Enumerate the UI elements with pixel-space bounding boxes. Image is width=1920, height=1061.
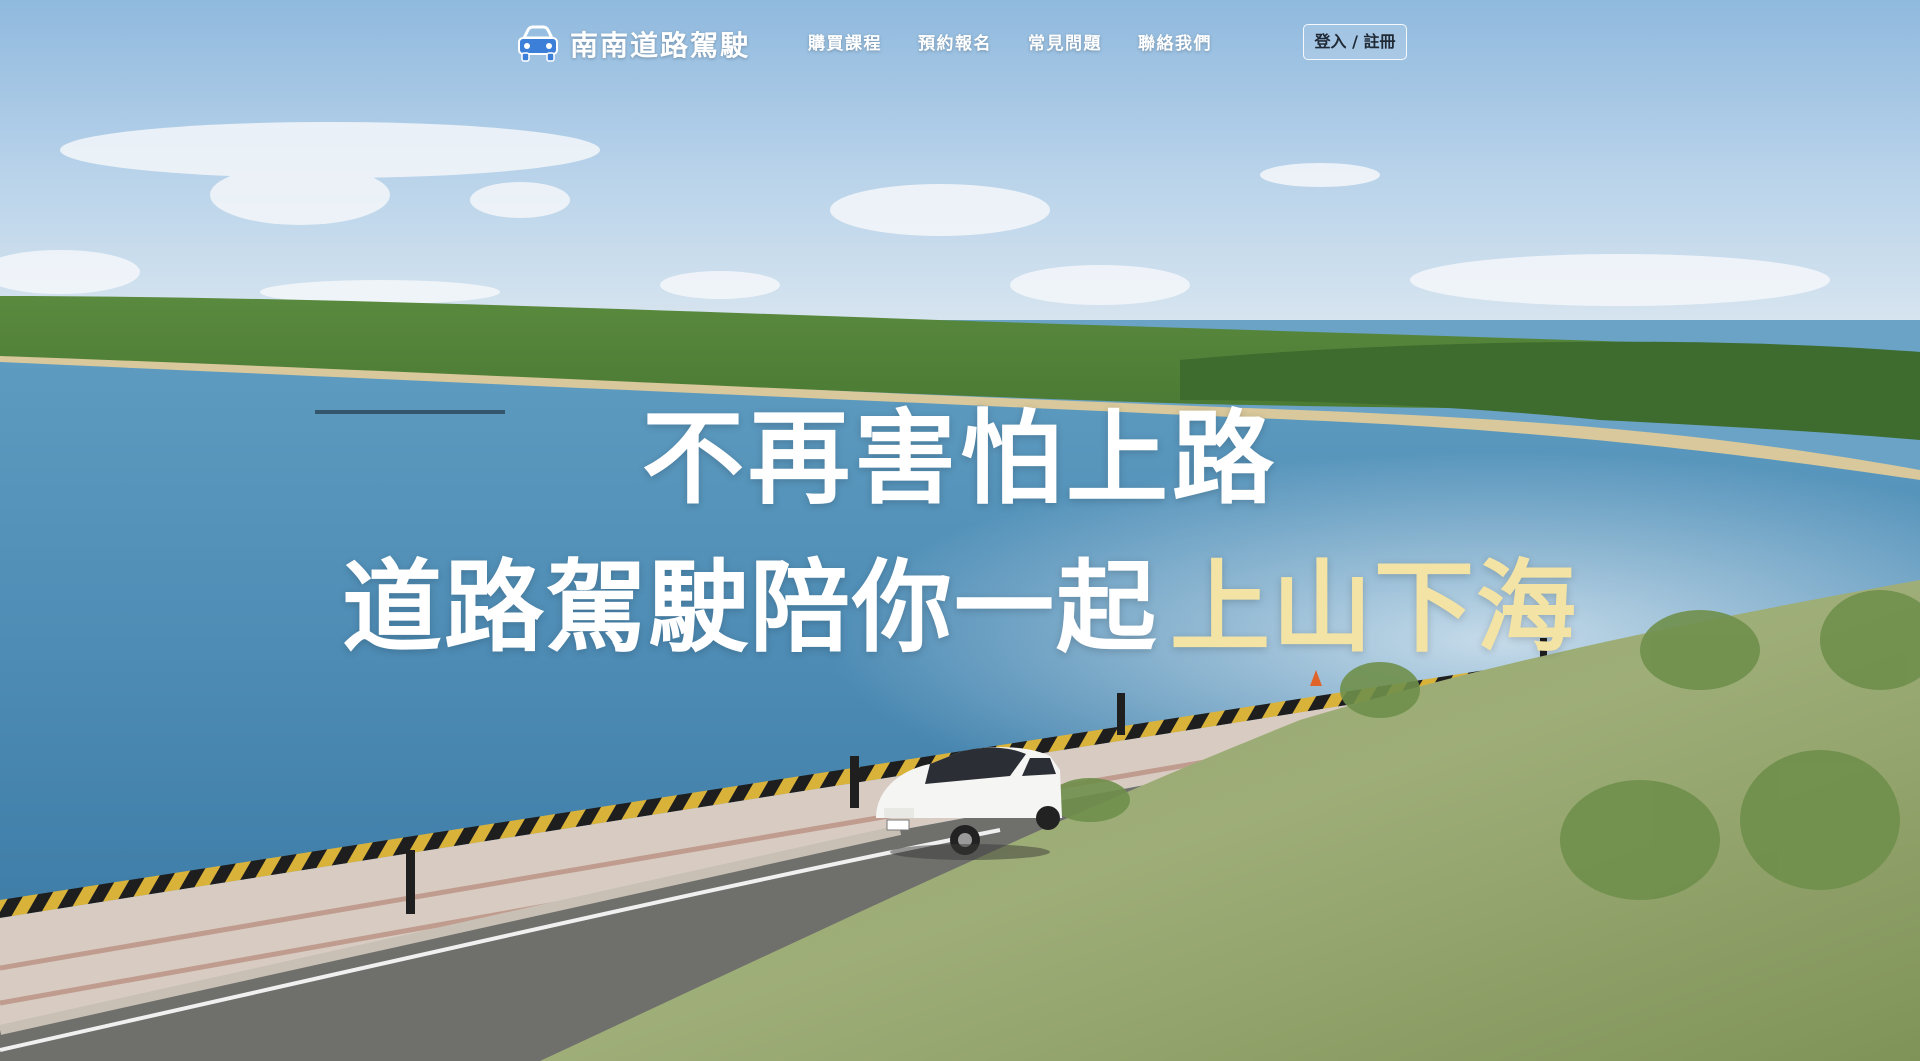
hero-section: 南南道路駕駛 購買課程 預約報名 常見問題 聯絡我們 登入 / 註冊 不再害怕上…	[0, 0, 1920, 1061]
hero-headline-line2: 道路駕駛陪你一起 上山下海	[0, 548, 1920, 668]
hero-background-image	[0, 0, 1920, 1061]
top-navigation: 南南道路駕駛 購買課程 預約報名 常見問題 聯絡我們 登入 / 註冊	[0, 0, 1920, 88]
car-icon	[516, 24, 560, 64]
nav-item-booking[interactable]: 預約報名	[900, 28, 1010, 60]
brand-logo-link[interactable]: 南南道路駕駛	[516, 24, 750, 64]
nav-item-contact[interactable]: 聯絡我們	[1120, 28, 1230, 60]
hero-headline-line1: 不再害怕上路	[642, 400, 1278, 519]
nav-item-faq[interactable]: 常見問題	[1010, 28, 1120, 60]
brand-name: 南南道路駕駛	[570, 29, 751, 62]
nav-item-buy-courses[interactable]: 購買課程	[790, 28, 900, 60]
main-menu: 購買課程 預約報名 常見問題 聯絡我們	[790, 28, 1230, 60]
hero-headline-prefix: 道路駕駛陪你一起	[342, 549, 1158, 666]
login-register-button[interactable]: 登入 / 註冊	[1303, 24, 1407, 60]
hero-headline-highlight: 上山下海	[1170, 549, 1578, 666]
